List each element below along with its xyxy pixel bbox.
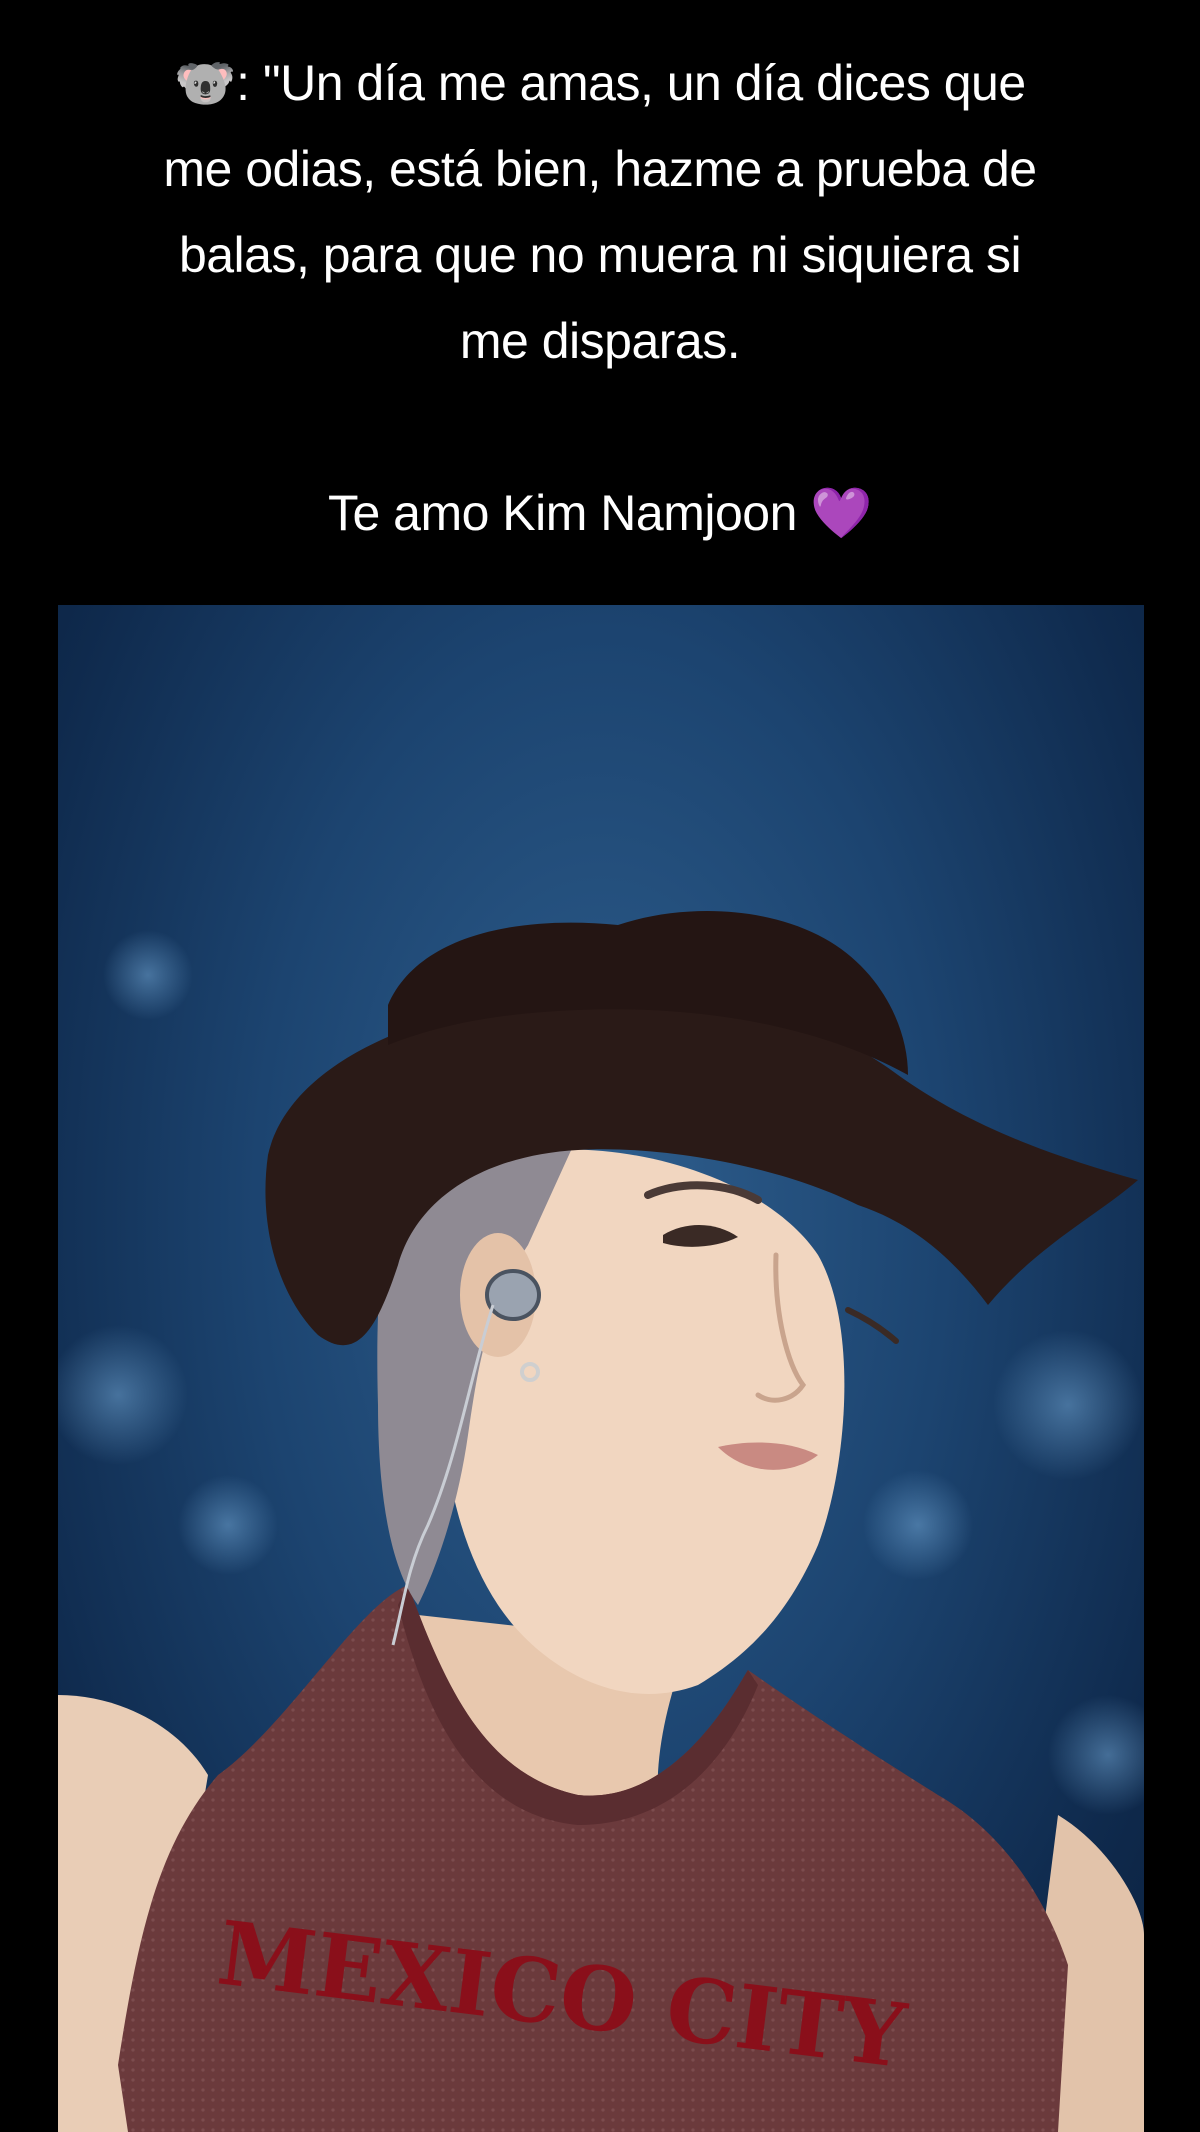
- right-eye-wink: [845, 1307, 899, 1344]
- bokeh-light: [103, 930, 193, 1020]
- caption-line-3: balas, para que no muera ni siquiera si: [178, 227, 1022, 283]
- bokeh-light: [58, 1325, 188, 1465]
- photo-illustration: MEXICO CITY: [58, 911, 1144, 2132]
- in-ear-monitor: [485, 1269, 541, 1321]
- caption-line-1: 🐨: "Un día me amas, un día dices que: [174, 55, 1026, 111]
- concert-photo: MEXICO CITY: [58, 605, 1144, 2132]
- caption-line-4: me disparas.: [459, 313, 741, 369]
- bokeh-light: [1048, 1695, 1144, 1815]
- bokeh-light: [863, 1470, 973, 1580]
- bokeh-light: [993, 1330, 1143, 1480]
- caption-line-5: Te amo Kim Namjoon 💜: [327, 485, 873, 541]
- post-caption: 🐨: "Un día me amas, un día dices que me …: [40, 40, 1160, 556]
- caption-line-2: me odias, está bien, hazme a prueba de: [163, 141, 1037, 197]
- bokeh-light: [178, 1475, 278, 1575]
